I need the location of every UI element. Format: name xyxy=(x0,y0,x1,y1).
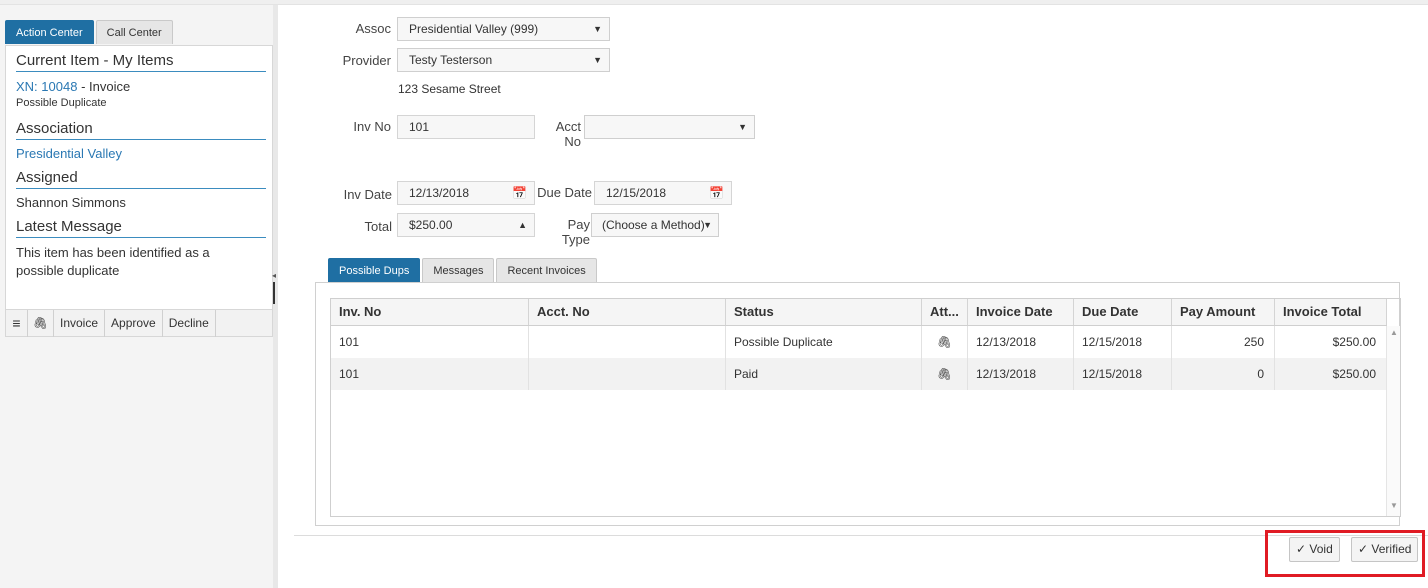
cell-pay-amount: 0 xyxy=(1172,358,1275,390)
chevron-down-icon: ▼ xyxy=(738,122,747,132)
total-value: $250.00 xyxy=(409,218,453,232)
cell-inv-no: 101 xyxy=(331,326,529,358)
provider-address: 123 Sesame Street xyxy=(398,82,501,96)
table-row[interactable]: 101 Possible Duplicate 🖇 12/13/2018 12/1… xyxy=(331,326,1387,358)
calendar-icon[interactable]: 📅 xyxy=(709,182,724,204)
cell-status: Paid xyxy=(726,358,922,390)
column-header[interactable]: Acct. No xyxy=(529,299,726,325)
column-header[interactable]: Invoice Total xyxy=(1275,299,1387,325)
item-link[interactable]: XN: 10048 xyxy=(16,79,77,94)
action-center-sidebar: Action Center Call Center Current Item - … xyxy=(0,5,273,588)
provider-label: Provider xyxy=(342,53,391,68)
duplicates-grid: Inv. No Acct. No Status Att... Invoice D… xyxy=(330,298,1401,517)
pay-type-select[interactable]: (Choose a Method) ▼ xyxy=(591,213,719,237)
inv-date-input[interactable]: 12/13/2018 📅 xyxy=(397,181,535,205)
provider-select-value: Testy Testerson xyxy=(409,53,493,67)
menu-icon[interactable]: ≡ xyxy=(6,309,28,337)
attachment-icon[interactable]: 🖇 xyxy=(28,309,54,337)
column-header[interactable]: Att... xyxy=(922,299,968,325)
cell-acct-no xyxy=(529,326,726,358)
current-item-title: Current Item - My Items xyxy=(16,52,266,72)
current-item-panel: Current Item - My Items XN: 10048 - Invo… xyxy=(5,45,273,310)
invoice-detail: Assoc Presidential Valley (999) ▼ Provid… xyxy=(278,5,1428,588)
cell-due-date: 12/15/2018 xyxy=(1074,326,1172,358)
assigned-value: Shannon Simmons xyxy=(16,195,126,210)
tab-recent-invoices[interactable]: Recent Invoices xyxy=(496,258,597,283)
item-type: - Invoice xyxy=(81,79,131,94)
footer-divider xyxy=(294,535,1428,536)
tab-call-center[interactable]: Call Center xyxy=(95,20,173,44)
item-toolbar: ≡ 🖇 Invoice Approve Decline xyxy=(5,309,273,337)
due-date-input[interactable]: 12/15/2018 📅 xyxy=(594,181,732,205)
due-date-value: 12/15/2018 xyxy=(606,186,667,200)
paperclip-icon[interactable]: 🖇 xyxy=(922,326,968,358)
assoc-label: Assoc xyxy=(355,21,391,36)
cell-invoice-date: 12/13/2018 xyxy=(968,358,1074,390)
table-row[interactable]: 101 Paid 🖇 12/13/2018 12/15/2018 0 $250.… xyxy=(331,358,1387,390)
item-status: Possible Duplicate xyxy=(16,97,107,109)
column-header[interactable]: Due Date xyxy=(1074,299,1172,325)
possible-dups-panel: Inv. No Acct. No Status Att... Invoice D… xyxy=(315,282,1401,526)
scroll-up-icon[interactable]: ▲ xyxy=(1390,328,1398,337)
column-header[interactable]: Status xyxy=(726,299,922,325)
assoc-select-value: Presidential Valley (999) xyxy=(409,22,539,36)
spinner-icon[interactable]: ▲ xyxy=(518,214,527,236)
grid-scrollbar[interactable]: ▲ ▼ xyxy=(1386,326,1400,516)
detail-tabs: Possible Dups Messages Recent Invoices xyxy=(328,258,599,283)
inv-no-input[interactable]: 101 xyxy=(397,115,535,139)
tab-possible-dups[interactable]: Possible Dups xyxy=(328,258,421,283)
column-header[interactable]: Inv. No xyxy=(331,299,529,325)
paperclip-icon[interactable]: 🖇 xyxy=(922,358,968,390)
inv-date-value: 12/13/2018 xyxy=(409,186,470,200)
inv-date-label: Inv Date xyxy=(343,187,392,202)
association-link[interactable]: Presidential Valley xyxy=(16,146,262,161)
inv-no-value: 101 xyxy=(409,120,430,134)
pay-type-label: Pay Type xyxy=(561,217,590,247)
acct-no-label: Acct No xyxy=(555,119,581,149)
provider-select[interactable]: Testy Testerson ▼ xyxy=(397,48,610,72)
sidebar-tabs: Action Center Call Center xyxy=(5,20,175,45)
column-header[interactable]: Invoice Date xyxy=(968,299,1074,325)
splitter-grip[interactable] xyxy=(273,282,275,304)
pay-type-value: (Choose a Method) xyxy=(602,218,705,232)
collapse-caret-icon[interactable]: ◂ xyxy=(272,271,276,280)
invoice-button[interactable]: Invoice xyxy=(54,309,106,337)
chevron-down-icon: ▼ xyxy=(593,55,602,65)
calendar-icon[interactable]: 📅 xyxy=(512,182,527,204)
association-title: Association xyxy=(16,120,266,140)
cell-invoice-total: $250.00 xyxy=(1275,358,1387,390)
acct-no-select[interactable]: ▼ xyxy=(584,115,755,139)
latest-message-value: This item has been identified as a possi… xyxy=(16,245,210,278)
cell-due-date: 12/15/2018 xyxy=(1074,358,1172,390)
due-date-label: Due Date xyxy=(537,185,592,200)
chevron-down-icon: ▼ xyxy=(593,24,602,34)
cell-pay-amount: 250 xyxy=(1172,326,1275,358)
chevron-down-icon: ▼ xyxy=(703,220,712,230)
approve-button[interactable]: Approve xyxy=(105,309,163,337)
cell-status: Possible Duplicate xyxy=(726,326,922,358)
total-label: Total xyxy=(364,219,392,234)
total-input[interactable]: $250.00 ▲ xyxy=(397,213,535,237)
tab-messages[interactable]: Messages xyxy=(422,258,495,283)
tab-action-center[interactable]: Action Center xyxy=(5,20,94,44)
cell-acct-no xyxy=(529,358,726,390)
cell-invoice-total: $250.00 xyxy=(1275,326,1387,358)
grid-header: Inv. No Acct. No Status Att... Invoice D… xyxy=(331,299,1387,326)
cell-inv-no: 101 xyxy=(331,358,529,390)
column-header[interactable]: Pay Amount xyxy=(1172,299,1275,325)
assoc-select[interactable]: Presidential Valley (999) ▼ xyxy=(397,17,610,41)
decline-button[interactable]: Decline xyxy=(163,309,216,337)
cell-invoice-date: 12/13/2018 xyxy=(968,326,1074,358)
highlight-box xyxy=(1265,530,1425,577)
scroll-down-icon[interactable]: ▼ xyxy=(1390,501,1398,510)
latest-message-title: Latest Message xyxy=(16,218,266,238)
inv-no-label: Inv No xyxy=(353,119,391,134)
assigned-title: Assigned xyxy=(16,169,266,189)
